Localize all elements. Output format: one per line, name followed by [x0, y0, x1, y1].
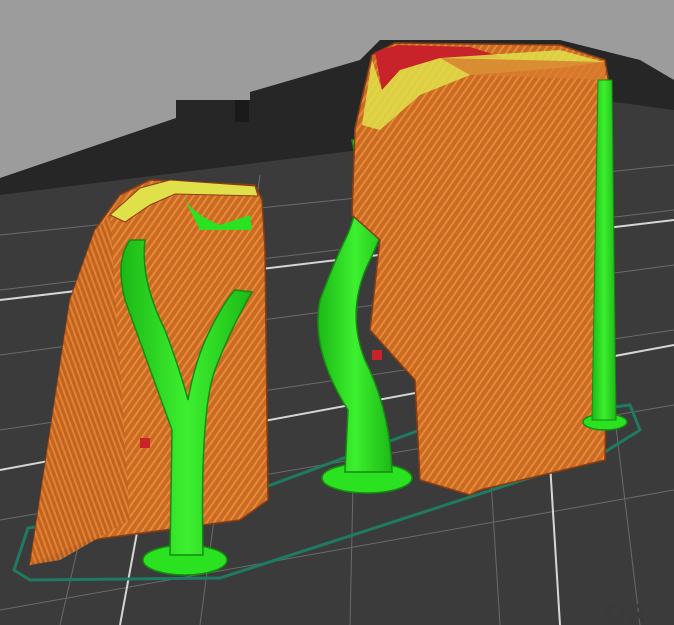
print-preview-scene[interactable]: [0, 0, 674, 625]
bed-clip: [235, 100, 249, 122]
bed-brand-label: OR: [604, 600, 649, 625]
3d-preview-viewport[interactable]: OR: [0, 0, 674, 625]
